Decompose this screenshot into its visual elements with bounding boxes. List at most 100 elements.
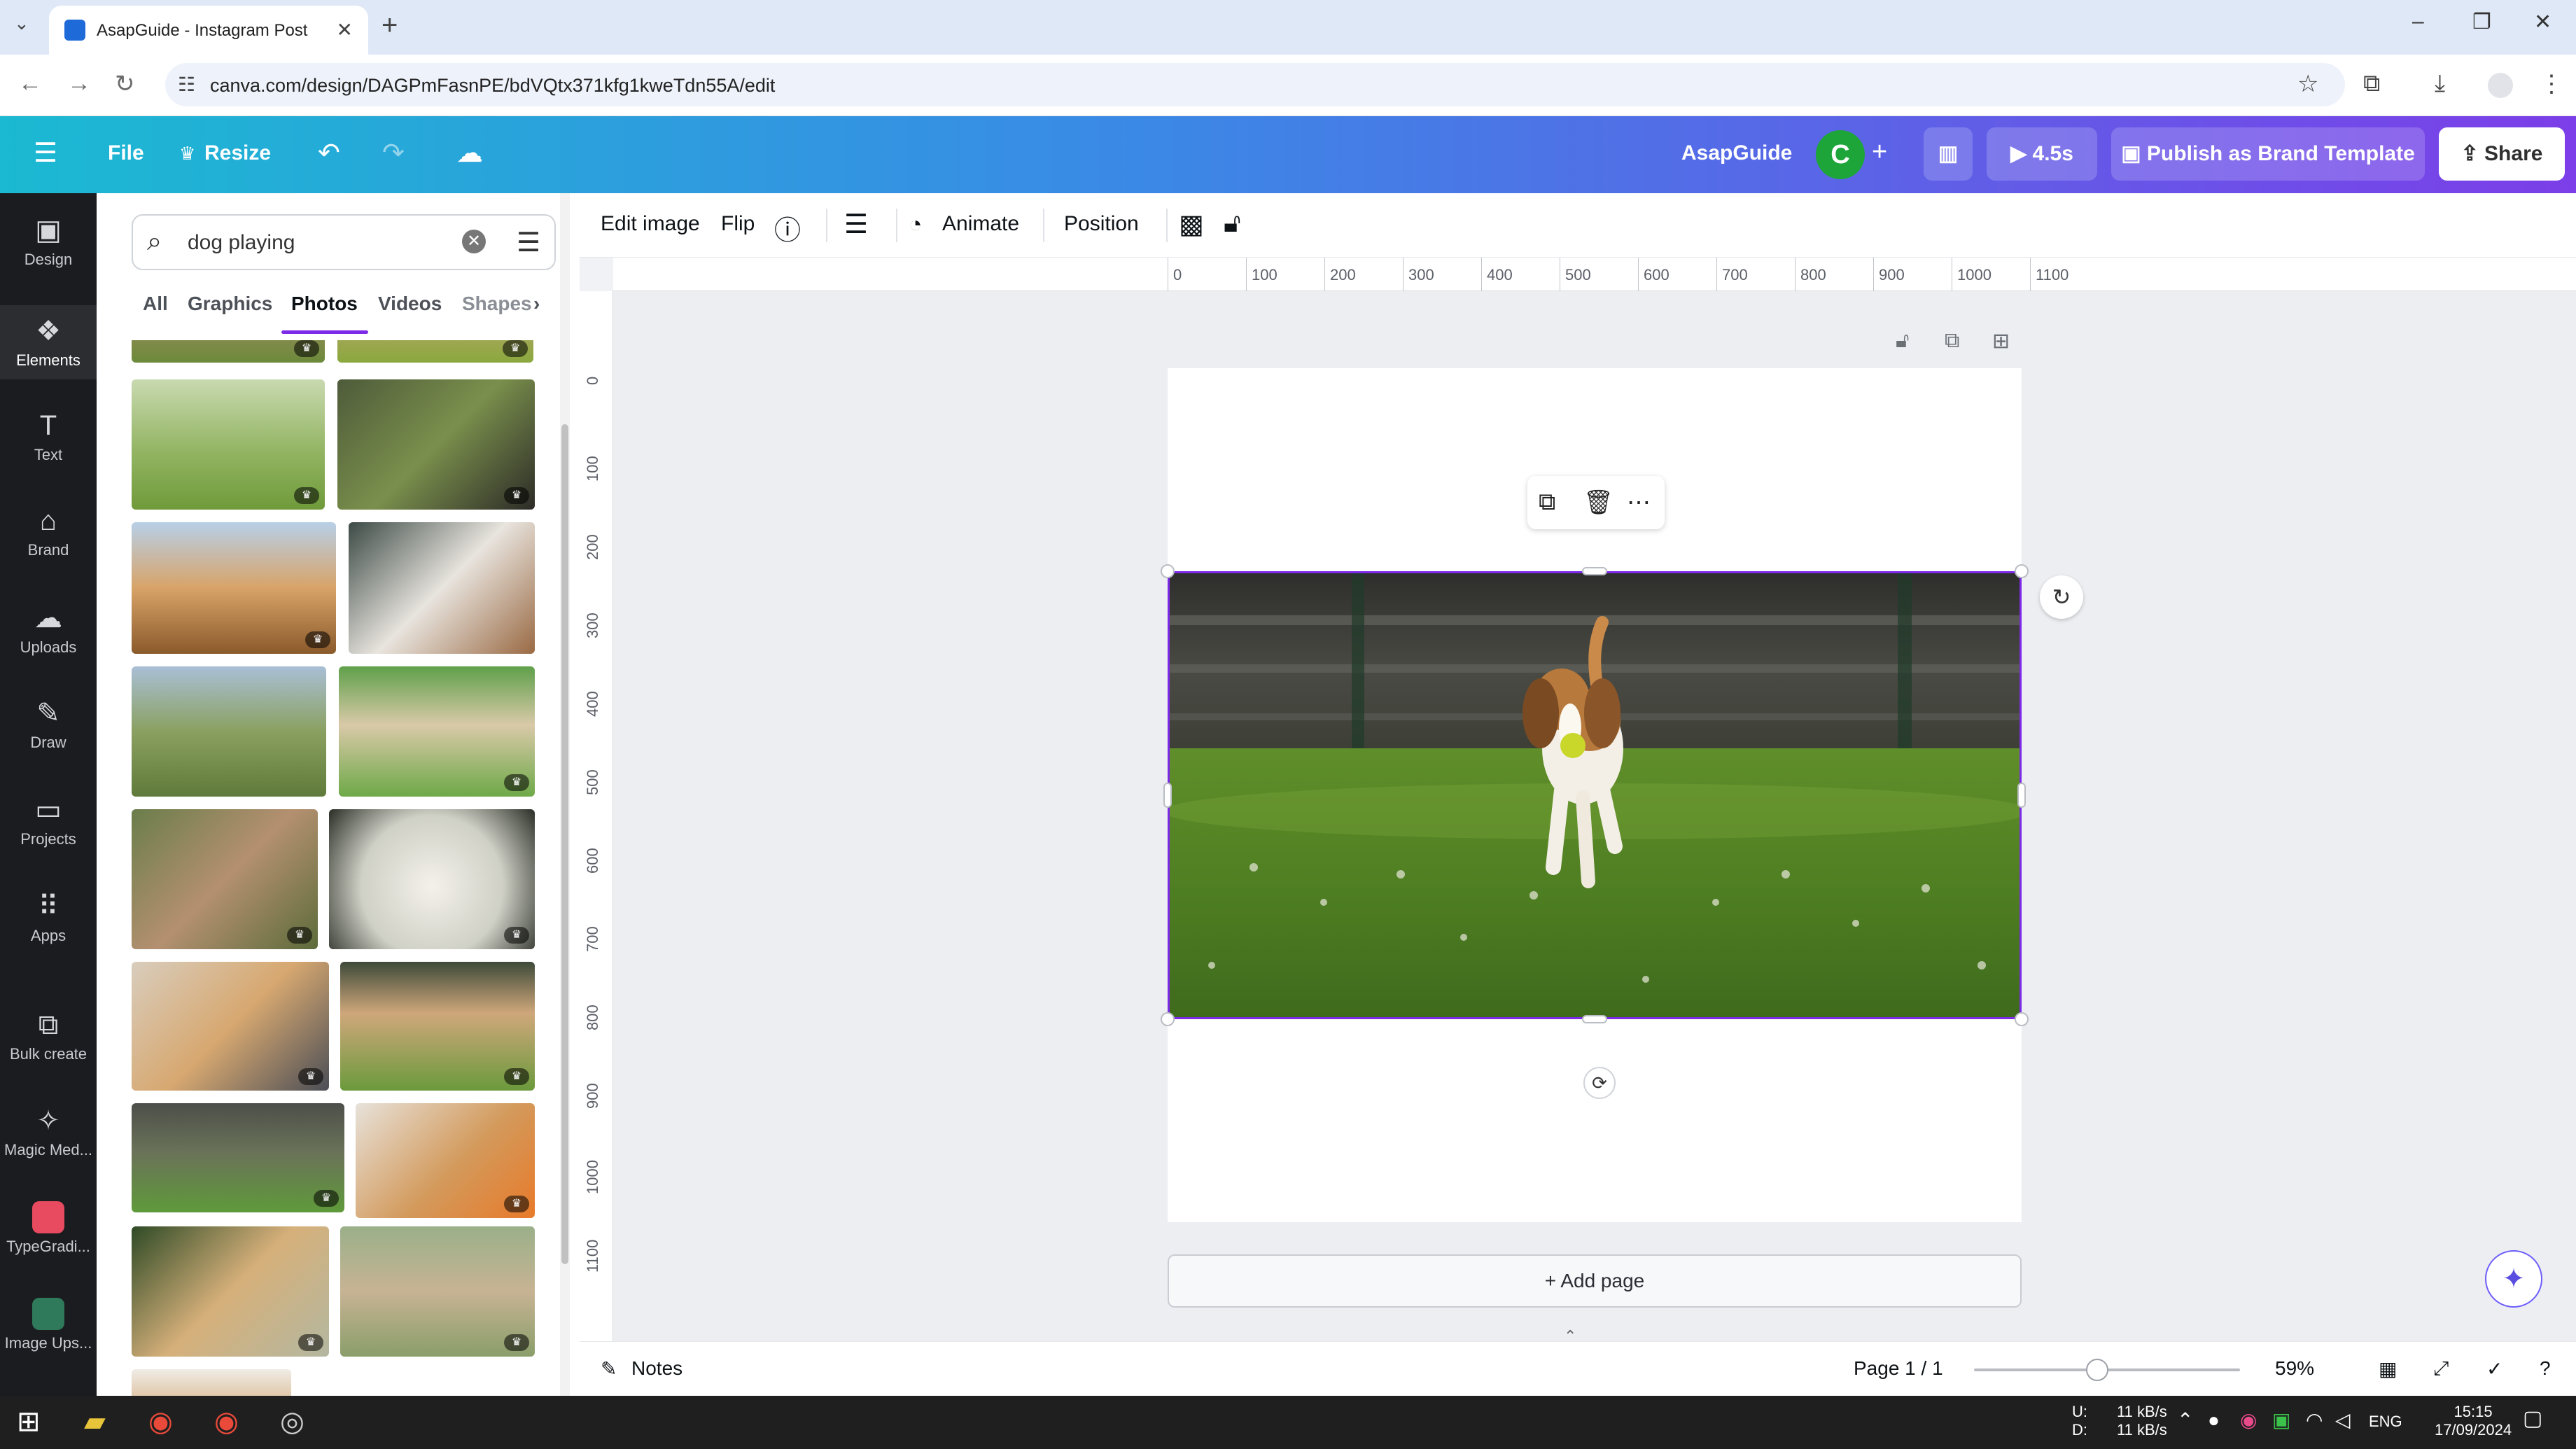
resize-handle-top[interactable] bbox=[1582, 567, 1607, 575]
rail-item-projects[interactable]: ▭ Projects bbox=[0, 794, 97, 848]
tab-shapes[interactable]: Shapes bbox=[462, 293, 532, 315]
restore-icon[interactable]: ❐ bbox=[2472, 10, 2491, 34]
photo-result[interactable]: ♛ bbox=[340, 962, 535, 1091]
add-page-button[interactable]: + Add page bbox=[1168, 1254, 2022, 1308]
url-bar[interactable]: ☷ canva.com/design/DAGPmFasnPE/bdVQtx371… bbox=[165, 63, 2345, 106]
photo-result[interactable] bbox=[132, 1369, 291, 1396]
resize-handle-right[interactable] bbox=[2017, 783, 2026, 808]
animate-button[interactable]: Animate bbox=[942, 212, 1019, 236]
lock-page-icon[interactable]: 🔓︎ bbox=[1896, 329, 1909, 353]
rail-item-elements[interactable]: ❖ Elements bbox=[0, 305, 97, 379]
info-icon[interactable]: ⓘ bbox=[774, 209, 801, 247]
cloud-save-icon[interactable]: ☁ bbox=[456, 137, 483, 169]
insights-button[interactable]: ▥ bbox=[1924, 127, 1973, 181]
photo-result[interactable]: ♛ bbox=[132, 522, 336, 654]
volume-icon[interactable]: ◁ bbox=[2335, 1410, 2351, 1430]
rail-item-uploads[interactable]: ☁ Uploads bbox=[0, 602, 97, 657]
photo-result[interactable]: ♛ bbox=[356, 1103, 535, 1218]
undo-icon[interactable]: ↶ bbox=[318, 137, 340, 169]
trash-icon[interactable]: 🗑︎ bbox=[1583, 489, 1614, 517]
chevron-right-icon[interactable]: › bbox=[533, 293, 540, 315]
tab-videos[interactable]: Videos bbox=[378, 293, 442, 315]
profile-icon[interactable] bbox=[2488, 73, 2513, 98]
page-indicator[interactable]: Page 1 / 1 bbox=[1854, 1357, 1943, 1380]
position-button[interactable]: Position bbox=[1064, 212, 1139, 236]
border-style-icon[interactable]: ☰ bbox=[844, 209, 868, 240]
extensions-icon[interactable]: ⧉ bbox=[2363, 70, 2380, 97]
browser-tab[interactable]: AsapGuide - Instagram Post ✕ bbox=[49, 6, 368, 55]
photo-result[interactable]: ♛ bbox=[340, 1226, 535, 1357]
wifi-icon[interactable]: ◠ bbox=[2306, 1410, 2323, 1430]
resize-handle-br[interactable] bbox=[2015, 1012, 2029, 1026]
search-value[interactable]: dog playing bbox=[188, 231, 295, 255]
forward-icon[interactable]: → bbox=[67, 70, 91, 97]
magic-edit-button[interactable]: ↻ bbox=[2040, 575, 2083, 619]
tab-all[interactable]: All bbox=[143, 293, 168, 315]
photo-result[interactable]: ♛ bbox=[132, 340, 325, 363]
site-info-icon[interactable]: ☷ bbox=[178, 73, 195, 96]
url-text[interactable]: canva.com/design/DAGPmFasnPE/bdVQtx371kf… bbox=[210, 75, 775, 97]
rail-item-design[interactable]: ▣ Design bbox=[0, 214, 97, 269]
photo-result[interactable]: ♛ bbox=[132, 809, 318, 949]
duplicate-icon[interactable]: ⧉ bbox=[1539, 489, 1555, 516]
rail-item-magic-media[interactable]: ✧ Magic Med... bbox=[0, 1105, 97, 1159]
rail-item-image-upscaler[interactable]: Image Ups... bbox=[0, 1298, 97, 1352]
minimize-icon[interactable]: – bbox=[2412, 10, 2424, 34]
check-icon[interactable]: ✓ bbox=[2486, 1357, 2502, 1380]
resize-handle-bottom[interactable] bbox=[1582, 1015, 1607, 1023]
tray-chevron-icon[interactable]: ⌃ bbox=[2177, 1410, 2193, 1430]
rail-item-brand[interactable]: ⌂ Brand bbox=[0, 505, 97, 559]
duplicate-page-icon[interactable]: ⧉ bbox=[1945, 329, 1959, 353]
zoom-level[interactable]: 59% bbox=[2275, 1357, 2314, 1380]
scrollbar-thumb[interactable] bbox=[561, 424, 568, 1264]
publish-brand-template-button[interactable]: ▣ Publish as Brand Template bbox=[2111, 127, 2425, 181]
resize-handle-left[interactable] bbox=[1163, 783, 1172, 808]
tab-photos[interactable]: Photos bbox=[291, 293, 358, 315]
reload-icon[interactable]: ↻ bbox=[115, 70, 135, 98]
rail-item-bulk-create[interactable]: ⧉ Bulk create bbox=[0, 1009, 97, 1063]
photo-result[interactable] bbox=[349, 522, 535, 654]
browser-menu-icon[interactable]: ⋮ bbox=[2540, 70, 2563, 98]
photo-result[interactable]: ♛ bbox=[337, 340, 533, 363]
photo-result[interactable]: ♛ bbox=[132, 379, 325, 510]
photo-result[interactable]: ♛ bbox=[132, 1226, 329, 1357]
language-indicator[interactable]: ENG bbox=[2369, 1413, 2402, 1431]
clock[interactable]: 15:15 17/09/2024 bbox=[2435, 1403, 2512, 1439]
clear-search-icon[interactable]: ✕ bbox=[462, 230, 486, 253]
rail-item-apps[interactable]: ⠿ Apps bbox=[0, 890, 97, 945]
resize-handle-tl[interactable] bbox=[1161, 564, 1175, 578]
filter-icon[interactable]: ☰ bbox=[517, 227, 540, 258]
transparency-icon[interactable]: ▩ bbox=[1179, 209, 1204, 240]
add-collaborator-icon[interactable]: + bbox=[1872, 137, 1887, 167]
team-name[interactable]: AsapGuide bbox=[1681, 141, 1792, 165]
bookmark-star-icon[interactable]: ☆ bbox=[2297, 70, 2318, 98]
grid-view-icon[interactable]: ▦ bbox=[2379, 1357, 2397, 1380]
tab-close-icon[interactable]: ✕ bbox=[337, 18, 353, 41]
panel-scrollbar[interactable] bbox=[560, 193, 570, 1396]
share-button[interactable]: ⇪ Share bbox=[2439, 127, 2565, 181]
chrome-active-icon[interactable]: ◉ bbox=[214, 1406, 239, 1438]
notifications-icon[interactable]: ▢ bbox=[2523, 1408, 2542, 1429]
avatar[interactable]: C bbox=[1816, 130, 1865, 179]
zoom-slider-knob[interactable] bbox=[2086, 1359, 2108, 1381]
photo-result[interactable]: ♛ bbox=[132, 962, 329, 1091]
flip-button[interactable]: Flip bbox=[721, 212, 755, 236]
add-page-icon[interactable]: ⊞ bbox=[1992, 329, 2010, 354]
rail-item-text[interactable]: T Text bbox=[0, 410, 97, 464]
photo-result[interactable] bbox=[132, 666, 326, 797]
new-tab-icon[interactable]: + bbox=[382, 10, 398, 41]
chrome-icon[interactable]: ◉ bbox=[148, 1406, 173, 1438]
photo-result[interactable]: ♛ bbox=[337, 379, 535, 510]
tab-graphics[interactable]: Graphics bbox=[188, 293, 272, 315]
file-menu-button[interactable]: File bbox=[108, 141, 144, 165]
search-input[interactable]: ⌕ dog playing ✕ ☰ bbox=[132, 214, 556, 270]
back-icon[interactable]: ← bbox=[18, 70, 42, 97]
close-window-icon[interactable]: ✕ bbox=[2534, 10, 2552, 34]
fullscreen-icon[interactable]: ⤢ bbox=[2433, 1357, 2449, 1380]
present-button[interactable]: ▶ 4.5s bbox=[1987, 127, 2097, 181]
tray-app-icon-2[interactable]: ▣ bbox=[2272, 1410, 2290, 1430]
photo-result[interactable]: ♛ bbox=[132, 1103, 344, 1212]
canva-assistant-button[interactable]: ✦ bbox=[2485, 1250, 2542, 1308]
windows-start-icon[interactable]: ⊞ bbox=[17, 1406, 41, 1438]
help-icon[interactable]: ? bbox=[2540, 1357, 2551, 1380]
